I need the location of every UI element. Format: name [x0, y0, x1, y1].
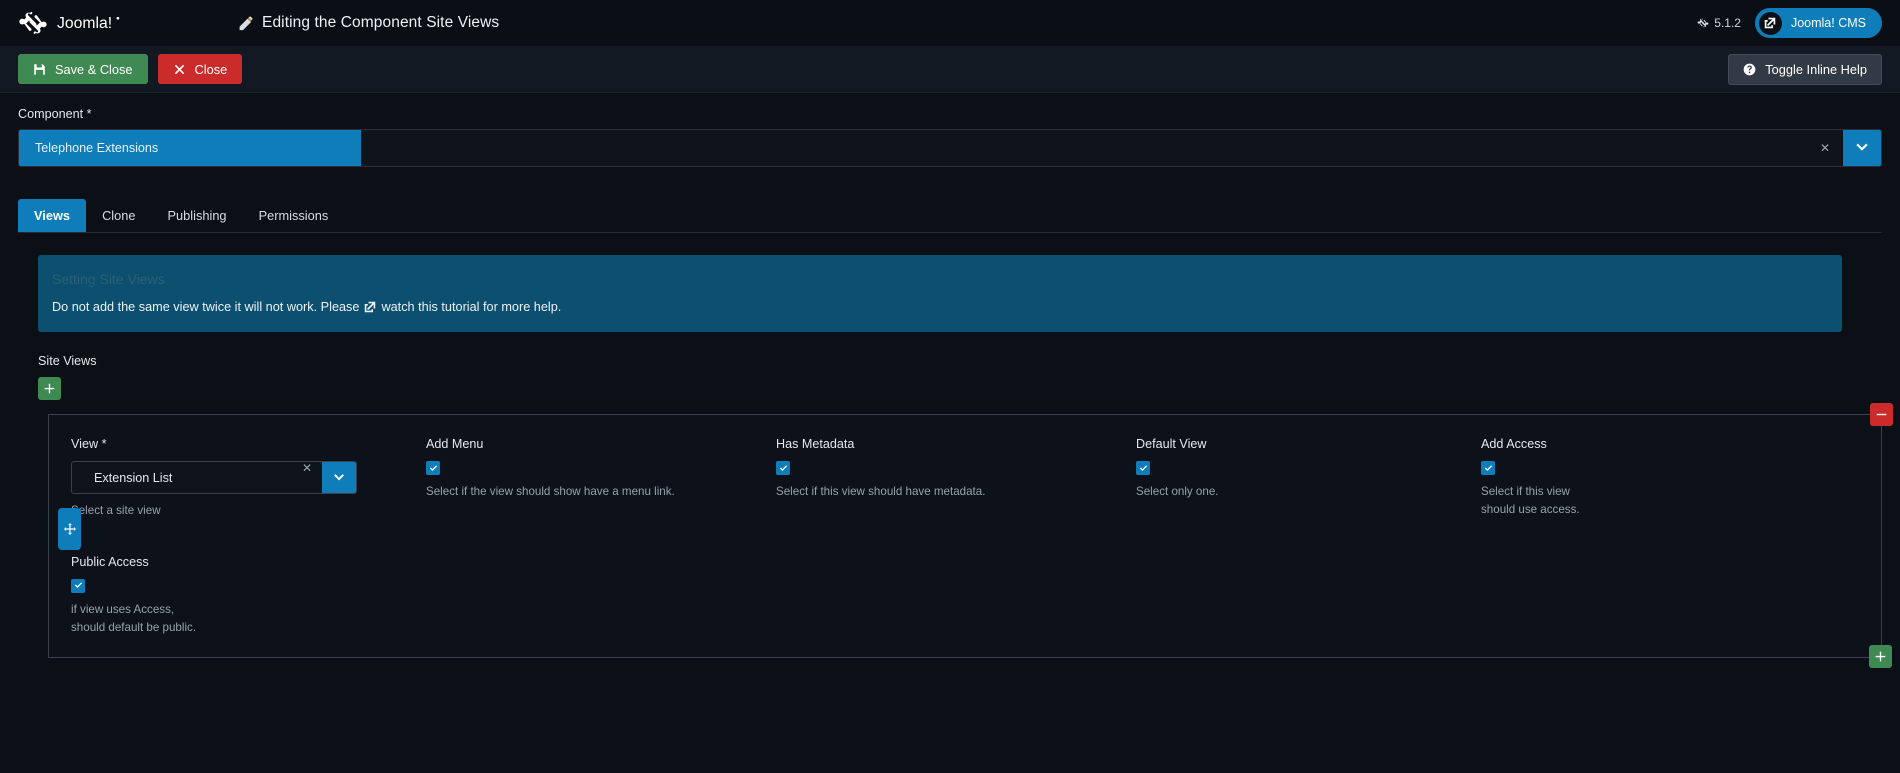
component-select-inner: Telephone Extensions ✕ — [19, 130, 1843, 166]
check-icon — [74, 582, 82, 589]
info-alert: Setting Site Views Do not add the same v… — [38, 255, 1842, 333]
tutorial-link-label: watch this tutorial for more help. — [381, 300, 562, 315]
version-number: 5.1.2 — [1714, 16, 1741, 30]
close-button[interactable]: Close — [157, 54, 243, 84]
add-access-label: Add Access — [1481, 437, 1547, 452]
public-access-help-line2: should default be public. — [71, 620, 197, 634]
add-access-checkbox[interactable] — [1481, 461, 1495, 476]
field-has-metadata: Has Metadata Select if this view should … — [776, 437, 1136, 500]
site-view-fields-row-2: Public Access if view uses Access, shoul… — [71, 555, 1859, 635]
pencil-icon — [239, 16, 253, 30]
chevron-down-icon — [1856, 143, 1868, 151]
check-icon — [779, 465, 787, 471]
close-label: Close — [194, 61, 228, 77]
svg-text:Joomla!: Joomla! — [57, 15, 112, 32]
component-field-label: Component * — [18, 107, 92, 121]
component-dropdown-toggle[interactable] — [1843, 130, 1881, 166]
view-help-text: Select a site view — [71, 504, 161, 518]
row-drag-handle[interactable] — [58, 508, 81, 551]
component-select[interactable]: Telephone Extensions ✕ — [18, 129, 1882, 167]
check-icon — [1139, 465, 1147, 471]
joomla-cms-link-button[interactable]: Joomla! CMS — [1754, 8, 1882, 38]
external-link-icon — [365, 302, 376, 313]
plus-icon — [1875, 651, 1886, 662]
field-view: View * Extension List ✕ Select a site vi… — [71, 437, 426, 519]
joomla-version: 5.1.2 — [1697, 16, 1741, 30]
tutorial-link[interactable]: watch this tutorial for more help. — [364, 300, 561, 314]
page-title: Editing the Component Site Views — [238, 14, 499, 32]
question-circle-icon — [1743, 63, 1756, 75]
default-view-help-text: Select only one. — [1136, 485, 1219, 499]
add-menu-help-text: Select if the view should show have a me… — [426, 485, 675, 499]
save-icon — [34, 63, 45, 75]
app-header: Joomla! Editing the Component Site Views… — [0, 0, 1900, 46]
has-metadata-checkbox[interactable] — [776, 461, 790, 476]
tab-clone[interactable]: Clone — [86, 199, 151, 232]
view-select[interactable]: Extension List ✕ — [71, 461, 357, 495]
external-link-badge — [1758, 11, 1782, 35]
editor-toolbar: Save & Close Close Toggle Inline Help — [0, 46, 1900, 93]
alert-text: Do not add the same view twice it will n… — [52, 300, 360, 315]
page-title-text: Editing the Component Site Views — [262, 14, 500, 31]
toggle-inline-help-label: Toggle Inline Help — [1765, 61, 1867, 77]
default-view-checkbox[interactable] — [1136, 461, 1150, 476]
default-view-label: Default View — [1136, 437, 1207, 452]
check-icon — [1484, 465, 1492, 471]
component-selected-chip[interactable]: Telephone Extensions — [19, 130, 361, 166]
save-and-close-button[interactable]: Save & Close — [18, 54, 148, 84]
tab-permissions[interactable]: Permissions — [243, 199, 345, 232]
save-and-close-label: Save & Close — [55, 61, 133, 77]
component-clear-icon[interactable]: ✕ — [1820, 142, 1830, 154]
minus-icon — [1876, 414, 1887, 416]
component-form-area: Component * Telephone Extensions ✕ — [0, 93, 1900, 167]
field-add-menu: Add Menu Select if the view should show … — [426, 437, 776, 500]
remove-site-view-row-button[interactable] — [1870, 403, 1893, 427]
add-site-view-row-button[interactable] — [1869, 645, 1892, 669]
field-add-access: Add Access Select if this view should us… — [1481, 437, 1721, 517]
view-label: View * — [71, 437, 107, 452]
view-selected-value[interactable]: Extension List — [72, 462, 302, 493]
add-menu-label: Add Menu — [426, 437, 484, 452]
field-default-view: Default View Select only one. — [1136, 437, 1481, 500]
has-metadata-label: Has Metadata — [776, 437, 855, 452]
check-icon — [429, 465, 437, 471]
toggle-inline-help-button[interactable]: Toggle Inline Help — [1728, 53, 1882, 85]
chevron-down-icon — [334, 473, 344, 481]
joomla-brand-logo[interactable]: Joomla! — [18, 8, 218, 38]
site-views-subform: View * Extension List ✕ Select a site vi… — [14, 403, 1893, 669]
external-link-icon — [1765, 17, 1776, 29]
plus-icon — [44, 384, 55, 394]
views-tab-panel: Setting Site Views Do not add the same v… — [0, 233, 1900, 401]
public-access-label: Public Access — [71, 554, 149, 569]
tab-views[interactable]: Views — [18, 199, 87, 233]
header-right-group: 5.1.2 Joomla! CMS — [1697, 8, 1882, 38]
alert-body: Do not add the same view twice it will n… — [52, 300, 1828, 314]
has-metadata-help-text: Select if this view should have metadata… — [776, 485, 986, 499]
close-x-icon — [174, 64, 184, 74]
add-menu-checkbox[interactable] — [426, 461, 440, 476]
public-access-checkbox[interactable] — [71, 578, 85, 593]
joomla-symbol-small-icon — [1697, 18, 1709, 28]
add-access-help-line1: Select if this view — [1481, 485, 1570, 499]
joomla-symbol-icon — [19, 11, 47, 35]
joomla-wordmark: Joomla! — [57, 15, 120, 32]
cms-button-label: Joomla! CMS — [1790, 16, 1866, 30]
site-view-row: View * Extension List ✕ Select a site vi… — [48, 403, 1893, 669]
view-clear-icon[interactable]: ✕ — [302, 462, 312, 493]
public-access-help-line1: if view uses Access, — [71, 602, 175, 616]
field-public-access: Public Access if view uses Access, shoul… — [71, 555, 426, 635]
site-views-label: Site Views — [38, 354, 97, 369]
alert-title: Setting Site Views — [52, 271, 165, 288]
site-view-fields-row: View * Extension List ✕ Select a site vi… — [71, 437, 1859, 519]
tab-publishing[interactable]: Publishing — [152, 199, 243, 232]
view-dropdown-toggle[interactable] — [322, 462, 356, 494]
move-arrows-icon — [63, 523, 76, 536]
add-access-help-line2: should use access. — [1481, 502, 1580, 516]
editor-tabs: Views Clone Publishing Permissions — [18, 199, 1882, 234]
add-site-view-button-top[interactable] — [38, 377, 61, 401]
